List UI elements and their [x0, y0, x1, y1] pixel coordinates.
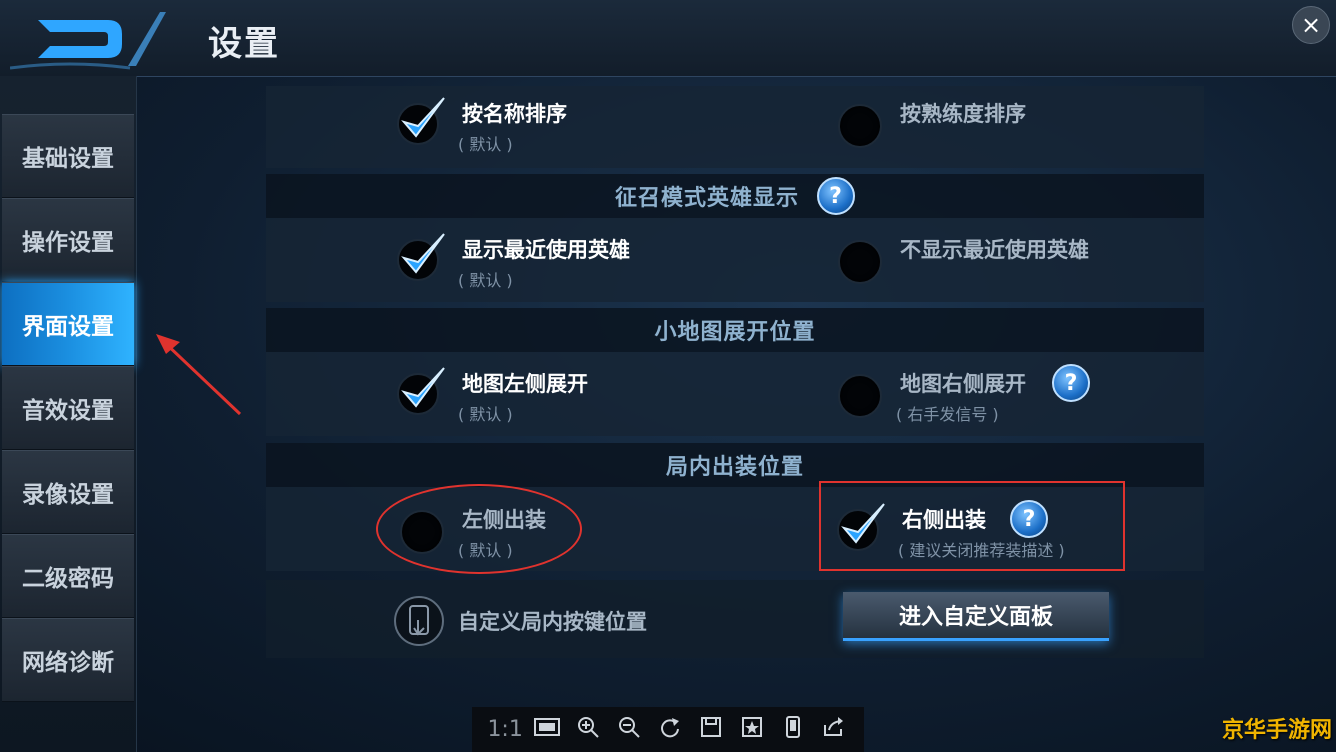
recruit-heading: 征召模式英雄显示 ?: [266, 174, 1204, 218]
enter-custom-panel-button[interactable]: 进入自定义面板: [843, 592, 1109, 641]
device-icon[interactable]: [778, 715, 808, 744]
minimap-left-label: 地图左侧展开: [462, 372, 588, 396]
minimap-left-option[interactable]: 地图左侧展开 ( 默认 ): [397, 367, 700, 434]
annotation-ellipse: [376, 484, 582, 574]
sidebar-item-secondary-password[interactable]: 二级密码: [2, 534, 134, 618]
viewer-toolbar: 1:1: [472, 707, 864, 752]
radio-unchecked: [838, 374, 882, 418]
zoom-out-icon[interactable]: [614, 715, 644, 744]
hide-recent-heroes-label: 不显示最近使用英雄: [900, 238, 1089, 262]
annotation-rect: [819, 481, 1125, 571]
minimap-heading: 小地图展开位置: [266, 308, 1204, 352]
show-recent-heroes-sub: ( 默认 ): [458, 271, 513, 290]
hide-recent-heroes-option[interactable]: 不显示最近使用英雄: [838, 236, 1168, 300]
minimap-heading-text: 小地图展开位置: [654, 320, 816, 345]
sort-by-name-label: 按名称排序: [462, 102, 567, 126]
favorite-icon[interactable]: [737, 715, 767, 744]
checkmark-icon: [397, 233, 445, 281]
checkmark-icon: [397, 367, 445, 415]
sidebar-item-basic[interactable]: 基础设置: [2, 114, 134, 198]
sidebar-item-sound[interactable]: 音效设置: [2, 366, 134, 450]
sidebar: 基础设置 操作设置 界面设置 音效设置 录像设置 二级密码 网络诊断: [0, 76, 137, 752]
show-recent-heroes-label: 显示最近使用英雄: [462, 238, 630, 262]
sidebar-item-interface[interactable]: 界面设置: [2, 282, 134, 366]
zoom-in-icon[interactable]: [573, 715, 603, 744]
minimap-right-option[interactable]: 地图右侧展开 ? ( 右手发信号 ): [838, 364, 1138, 434]
game-logo: [10, 12, 166, 70]
sort-by-proficiency-label: 按熟练度排序: [900, 102, 1026, 126]
watermark: 京华手游网: [1222, 718, 1333, 743]
sidebar-item-controls[interactable]: 操作设置: [2, 198, 134, 282]
phone-touch-icon: [394, 596, 444, 646]
minimap-right-sub: ( 右手发信号 ): [896, 405, 999, 424]
sidebar-item-network-diagnosis[interactable]: 网络诊断: [2, 618, 134, 702]
radio-unchecked: [838, 240, 882, 284]
save-icon[interactable]: [696, 715, 726, 744]
annotation-arrow: [156, 334, 242, 416]
share-icon[interactable]: [818, 715, 848, 744]
minimap-right-help-icon[interactable]: ?: [1052, 364, 1090, 402]
actual-size-button[interactable]: 1:1: [487, 717, 522, 742]
radio-unchecked: [838, 104, 882, 148]
close-icon: ×: [1300, 11, 1322, 39]
recruit-heading-text: 征召模式英雄显示: [614, 186, 799, 211]
rotate-icon[interactable]: [655, 715, 685, 744]
recruit-help-icon[interactable]: ?: [817, 177, 855, 215]
custom-keys-label: 自定义局内按键位置: [458, 610, 647, 634]
sort-by-name-sub: ( 默认 ): [458, 135, 513, 154]
fit-screen-icon[interactable]: [532, 716, 562, 743]
sort-by-proficiency-option[interactable]: 按熟练度排序: [838, 100, 1138, 164]
minimap-right-label: 地图右侧展开: [900, 372, 1026, 396]
page-title: 设置: [208, 24, 280, 64]
top-bar: 设置 ×: [0, 0, 1336, 77]
checkmark-icon: [397, 97, 445, 145]
close-button[interactable]: ×: [1292, 6, 1330, 44]
sidebar-item-replay[interactable]: 录像设置: [2, 450, 134, 534]
sort-by-name-option[interactable]: 按名称排序 ( 默认 ): [397, 97, 700, 164]
shop-heading-text: 局内出装位置: [665, 455, 804, 480]
show-recent-heroes-option[interactable]: 显示最近使用英雄 ( 默认 ): [397, 233, 730, 300]
minimap-left-sub: ( 默认 ): [458, 405, 513, 424]
